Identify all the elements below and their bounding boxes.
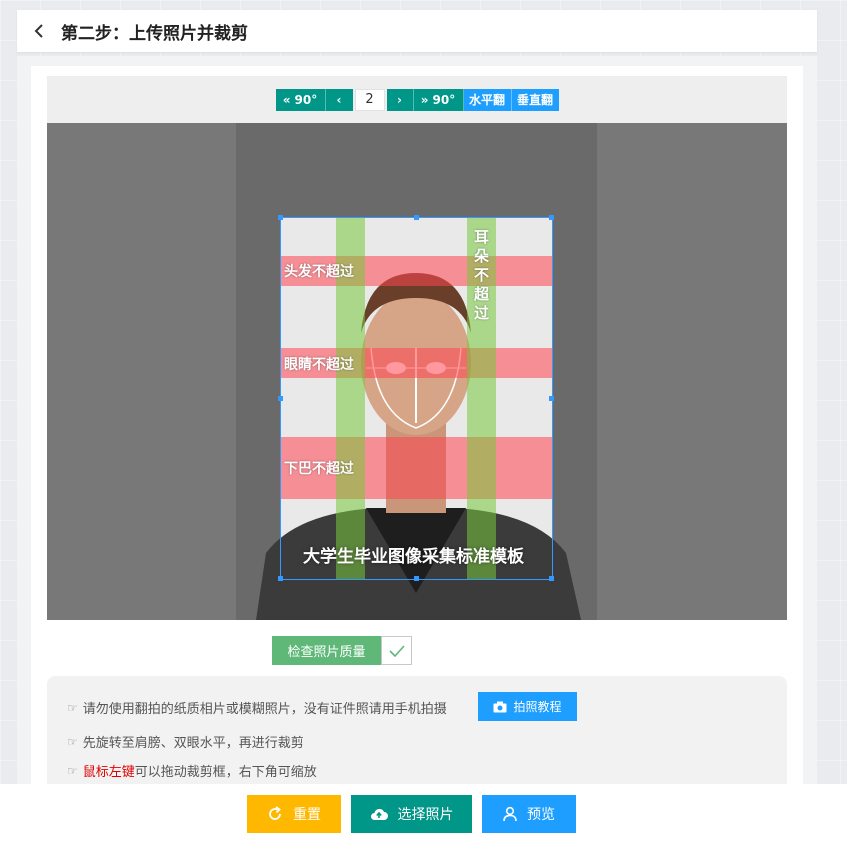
eyes-limit-label: 眼睛不超过 bbox=[284, 357, 354, 373]
tip-3: ☞ 鼠标左键 可以拖动裁剪框，右下角可缩放 bbox=[67, 761, 317, 781]
crop-handle-n[interactable] bbox=[414, 215, 419, 220]
hair-limit-label: 头发不超过 bbox=[284, 264, 354, 280]
refresh-icon bbox=[269, 806, 281, 820]
tips-panel: ☞ 请勿使用翻拍的纸质相片或模糊照片，没有证件照请用手机拍摄 拍照教程 ☞ 先旋… bbox=[47, 676, 787, 786]
rotate-right-90-button[interactable]: » 90° bbox=[413, 88, 464, 111]
double-chevron-left-icon: « bbox=[282, 92, 291, 107]
rotate-left-90-button[interactable]: « 90° bbox=[275, 88, 326, 111]
chevron-right-icon: › bbox=[397, 92, 402, 107]
camera-icon bbox=[493, 701, 507, 712]
choose-photo-button[interactable]: 选择照片 bbox=[351, 795, 472, 833]
tutorial-label: 拍照教程 bbox=[513, 700, 562, 714]
rotate-left-label: 90° bbox=[294, 92, 318, 107]
crop-handle-w[interactable] bbox=[278, 396, 283, 401]
cropper-toolbar: « 90° ‹ 2 › » 90° 水平翻 垂直翻 bbox=[47, 76, 787, 123]
cropper-panel: « 90° ‹ 2 › » 90° 水平翻 垂直翻 头发不超过 耳朵不超过 眼睛… bbox=[31, 66, 803, 786]
crop-stage[interactable]: 头发不超过 耳朵不超过 眼睛不超过 下巴不超过 大学生毕业图像采集标准模板 bbox=[47, 123, 787, 620]
chevron-left-icon: ‹ bbox=[336, 92, 342, 107]
reset-button[interactable]: 重置 bbox=[247, 795, 341, 833]
photo-tutorial-button[interactable]: 拍照教程 bbox=[478, 692, 577, 721]
page-title: 第二步：上传照片并裁剪 bbox=[61, 23, 248, 44]
crop-handle-nw[interactable] bbox=[278, 215, 283, 220]
action-bar: 重置 选择照片 预览 bbox=[0, 784, 847, 842]
back-button[interactable] bbox=[17, 10, 61, 52]
crop-handle-s[interactable] bbox=[414, 576, 419, 581]
template-caption: 大学生毕业图像采集标准模板 bbox=[303, 547, 524, 567]
crop-handle-ne[interactable] bbox=[549, 215, 554, 220]
pointing-hand-icon: ☞ bbox=[67, 700, 78, 715]
tip-2: ☞ 先旋转至肩膀、双眼水平，再进行裁剪 bbox=[67, 732, 304, 752]
tip-3-text: 可以拖动裁剪框，右下角可缩放 bbox=[134, 765, 317, 780]
rotate-right-button[interactable]: › bbox=[386, 88, 414, 111]
flip-horizontal-button[interactable]: 水平翻 bbox=[463, 88, 512, 111]
crop-box[interactable]: 头发不超过 耳朵不超过 眼睛不超过 下巴不超过 大学生毕业图像采集标准模板 bbox=[278, 215, 554, 581]
preview-label: 预览 bbox=[527, 807, 555, 823]
rotate-left-group: « 90° ‹ bbox=[275, 88, 353, 111]
rotate-right-group: › » 90° 水平翻 垂直翻 bbox=[386, 88, 559, 111]
tip-3-highlight: 鼠标左键 bbox=[82, 765, 135, 780]
checkmark-icon bbox=[388, 644, 405, 657]
page-number-display: 2 bbox=[354, 88, 385, 111]
check-quality-button[interactable]: 检查照片质量 bbox=[272, 636, 381, 665]
double-chevron-right-icon: » bbox=[420, 92, 429, 107]
cloud-upload-icon bbox=[370, 808, 388, 820]
main-card: « 90° ‹ 2 › » 90° 水平翻 垂直翻 头发不超过 耳朵不超过 眼睛… bbox=[17, 56, 817, 786]
pointing-hand-icon: ☞ bbox=[67, 734, 78, 749]
preview-button[interactable]: 预览 bbox=[482, 795, 576, 833]
user-icon bbox=[503, 806, 517, 822]
crop-handle-e[interactable] bbox=[549, 396, 554, 401]
choose-photo-label: 选择照片 bbox=[397, 807, 454, 823]
reset-label: 重置 bbox=[293, 807, 321, 823]
tip-1-text: 请勿使用翻拍的纸质相片或模糊照片，没有证件照请用手机拍摄 bbox=[82, 702, 447, 717]
chevron-left-icon bbox=[34, 24, 43, 38]
flip-vertical-button[interactable]: 垂直翻 bbox=[511, 88, 559, 111]
tip-1: ☞ 请勿使用翻拍的纸质相片或模糊照片，没有证件照请用手机拍摄 bbox=[67, 698, 447, 718]
quality-check-row: 检查照片质量 bbox=[272, 636, 412, 665]
quality-check-box[interactable] bbox=[381, 636, 412, 665]
page-header: 第二步：上传照片并裁剪 bbox=[17, 10, 817, 52]
rotate-left-button[interactable]: ‹ bbox=[325, 88, 353, 111]
pointing-hand-icon: ☞ bbox=[67, 763, 78, 778]
chin-limit-label: 下巴不超过 bbox=[284, 461, 354, 477]
ears-limit-label: 耳朵不超过 bbox=[474, 228, 490, 322]
tip-2-text: 先旋转至肩膀、双眼水平，再进行裁剪 bbox=[82, 736, 304, 751]
crop-handle-sw[interactable] bbox=[278, 576, 283, 581]
crop-handle-se[interactable] bbox=[549, 576, 554, 581]
rotate-right-label: 90° bbox=[432, 92, 456, 107]
